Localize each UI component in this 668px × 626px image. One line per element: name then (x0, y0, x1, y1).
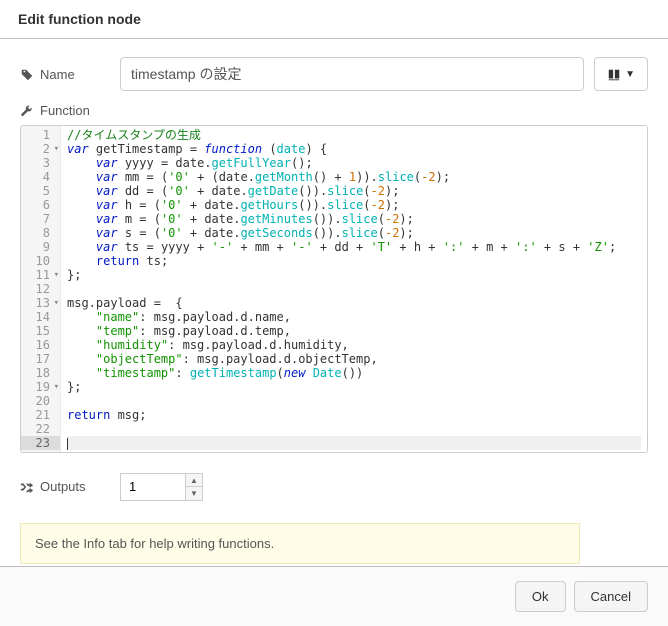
code-line[interactable]: }; (67, 268, 641, 282)
line-number: 2 (21, 142, 50, 156)
code-line[interactable]: "name": msg.payload.d.name, (67, 310, 641, 324)
line-number: 9 (21, 240, 50, 254)
name-input[interactable] (120, 57, 584, 91)
ok-button[interactable]: Ok (515, 581, 566, 612)
caret-down-icon: ▼ (625, 69, 635, 80)
line-number: 10 (21, 254, 50, 268)
line-number: 6 (21, 198, 50, 212)
dialog-body: Name ▼ Function 123456789101112131415161… (0, 39, 668, 574)
code-line[interactable]: var h = ('0' + date.getHours()).slice(-2… (67, 198, 641, 212)
line-number: 23 (21, 436, 60, 450)
book-icon (607, 66, 621, 82)
line-number: 19 (21, 380, 50, 394)
code-line[interactable]: "temp": msg.payload.d.temp, (67, 324, 641, 338)
code-line[interactable]: "timestamp": getTimestamp(new Date()) (67, 366, 641, 380)
name-label-text: Name (40, 67, 75, 82)
code-line[interactable]: msg.payload = { (67, 296, 641, 310)
code-line[interactable]: }; (67, 380, 641, 394)
line-number: 7 (21, 212, 50, 226)
function-label-text: Function (40, 103, 90, 118)
line-number: 21 (21, 408, 50, 422)
line-number: 16 (21, 338, 50, 352)
code-line[interactable]: var getTimestamp = function (date) { (67, 142, 641, 156)
code-line[interactable]: var dd = ('0' + date.getDate()).slice(-2… (67, 184, 641, 198)
line-number: 5 (21, 184, 50, 198)
code-line[interactable]: "objectTemp": msg.payload.d.objectTemp, (67, 352, 641, 366)
line-number: 17 (21, 352, 50, 366)
line-number: 4 (21, 170, 50, 184)
code-line[interactable]: var s = ('0' + date.getSeconds()).slice(… (67, 226, 641, 240)
code-line[interactable]: //タイムスタンプの生成 (67, 128, 641, 142)
wrench-icon (20, 103, 34, 119)
line-number: 12 (21, 282, 50, 296)
name-row: Name ▼ (20, 57, 648, 91)
outputs-label-text: Outputs (40, 479, 86, 494)
line-number: 22 (21, 422, 50, 436)
code-line[interactable]: var m = ('0' + date.getMinutes()).slice(… (67, 212, 641, 226)
outputs-input[interactable] (121, 474, 185, 500)
code-line[interactable] (67, 422, 641, 436)
name-label: Name (20, 66, 120, 82)
code-line[interactable] (67, 394, 641, 408)
code-line[interactable]: return msg; (67, 408, 641, 422)
spinner-down[interactable]: ▼ (186, 487, 202, 500)
line-number: 15 (21, 324, 50, 338)
shuffle-icon (20, 479, 34, 495)
line-number: 20 (21, 394, 50, 408)
library-button[interactable]: ▼ (594, 57, 648, 91)
outputs-row: Outputs ▲ ▼ (20, 473, 648, 501)
code-line[interactable]: "humidity": msg.payload.d.humidity, (67, 338, 641, 352)
line-number: 18 (21, 366, 50, 380)
line-number: 14 (21, 310, 50, 324)
info-tip: See the Info tab for help writing functi… (20, 523, 580, 564)
editor-gutter: 1234567891011121314151617181920212223 (21, 126, 61, 452)
line-number: 1 (21, 128, 50, 142)
line-number: 3 (21, 156, 50, 170)
code-line[interactable]: var yyyy = date.getFullYear(); (67, 156, 641, 170)
line-number: 8 (21, 226, 50, 240)
cancel-button[interactable]: Cancel (574, 581, 648, 612)
code-editor[interactable]: 1234567891011121314151617181920212223 //… (20, 125, 648, 453)
code-line[interactable] (67, 282, 641, 296)
line-number: 13 (21, 296, 50, 310)
code-line[interactable]: var ts = yyyy + '-' + mm + '-' + dd + 'T… (67, 240, 641, 254)
line-number: 11 (21, 268, 50, 282)
editor-code[interactable]: //タイムスタンプの生成var getTimestamp = function … (61, 126, 647, 452)
spinner-up[interactable]: ▲ (186, 474, 202, 487)
outputs-spinner: ▲ ▼ (120, 473, 203, 501)
tag-icon (20, 66, 34, 82)
outputs-label: Outputs (20, 479, 120, 495)
dialog-footer: Ok Cancel (0, 566, 668, 626)
code-line[interactable] (67, 436, 641, 450)
code-line[interactable]: var mm = ('0' + (date.getMonth() + 1)).s… (67, 170, 641, 184)
code-line[interactable]: return ts; (67, 254, 641, 268)
dialog-title: Edit function node (0, 0, 668, 39)
function-label: Function (20, 103, 648, 119)
